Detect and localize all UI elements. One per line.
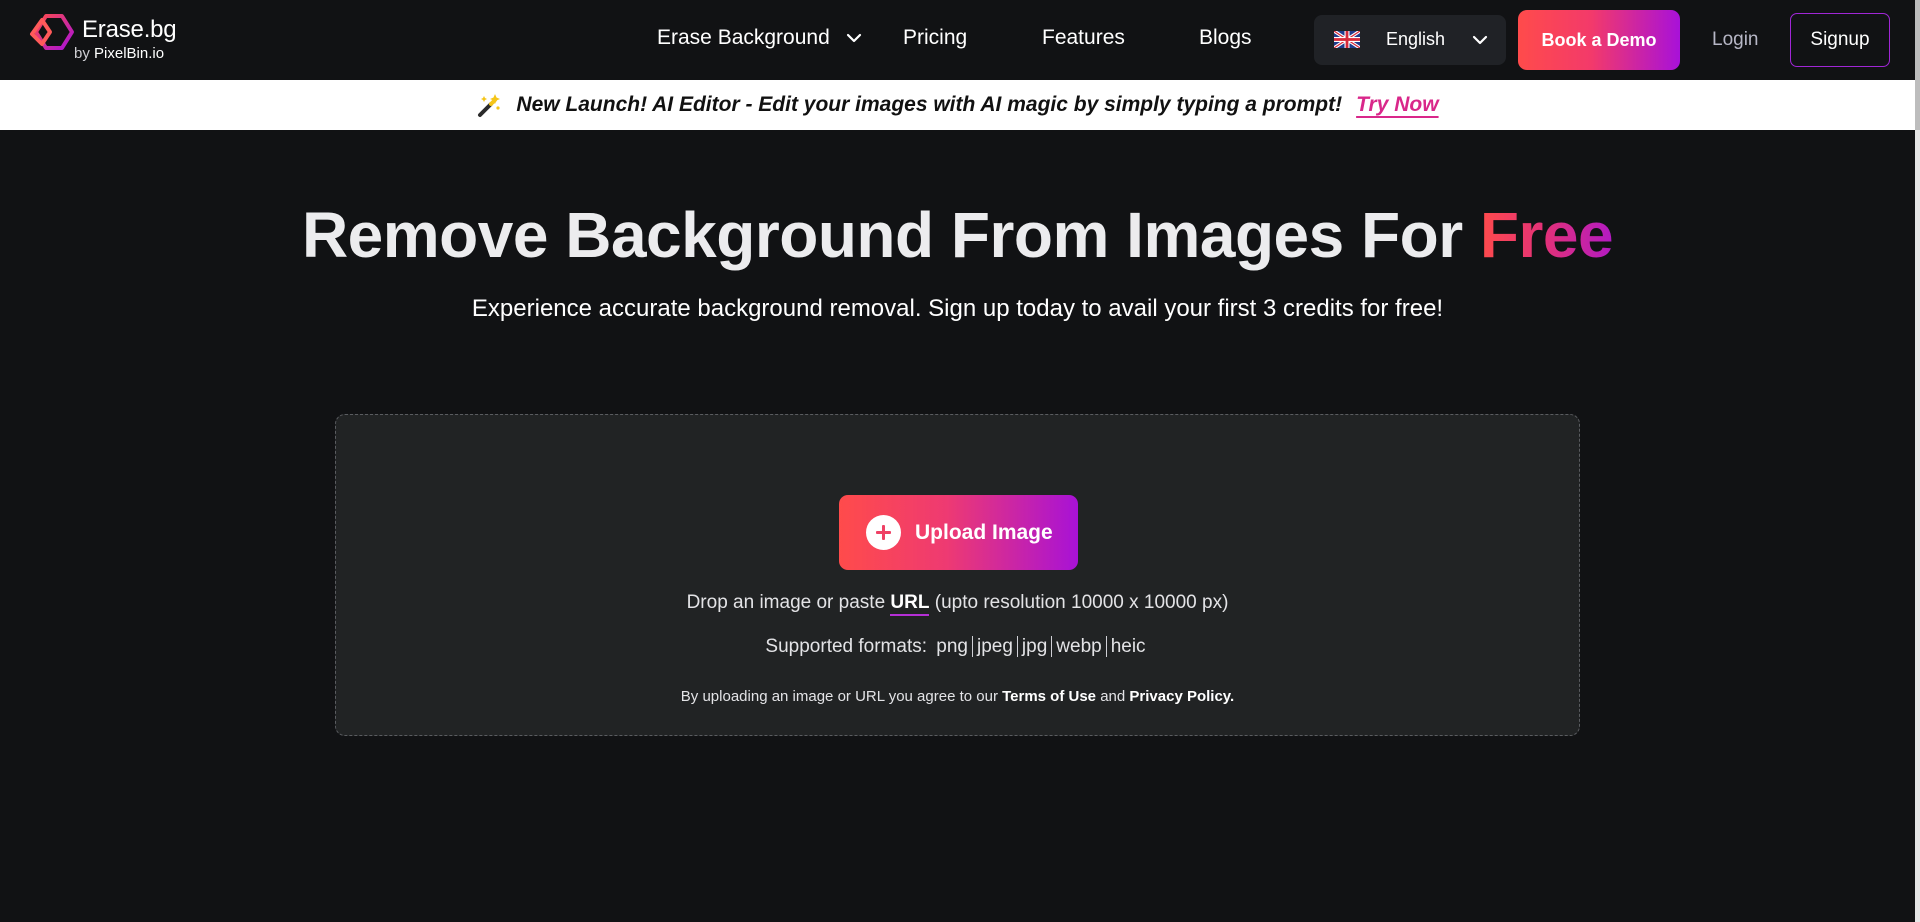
format-item: webp	[1051, 636, 1106, 657]
drop-instructions: Drop an image or paste URL (upto resolut…	[336, 592, 1579, 616]
upload-image-label: Upload Image	[915, 521, 1053, 544]
page-title: Remove Background From Images For Free	[0, 198, 1915, 272]
drop-prefix: Drop an image or paste	[686, 592, 886, 613]
upload-dropzone[interactable]: Upload Image Drop an image or paste URL …	[335, 414, 1580, 736]
language-label: English	[1386, 29, 1446, 49]
page-title-main: Remove Background From Images For	[301, 199, 1463, 271]
privacy-policy-link[interactable]: Privacy Policy.	[1129, 688, 1234, 705]
banner-text: New Launch! AI Editor - Edit your images…	[516, 93, 1343, 116]
chevron-down-icon	[1472, 35, 1488, 45]
erase-bg-logo-icon	[30, 14, 74, 50]
drop-suffix: (upto resolution 10000 x 10000 px)	[934, 592, 1229, 613]
signup-button[interactable]: Signup	[1790, 13, 1890, 67]
login-link[interactable]: Login	[1712, 29, 1759, 51]
page-title-accent: Free	[1479, 199, 1614, 271]
supported-formats: Supported formats: png jpeg jpg webp heic	[336, 636, 1579, 658]
terms-and: and	[1100, 688, 1126, 705]
nav-pricing[interactable]: Pricing	[903, 26, 967, 50]
upload-image-button[interactable]: Upload Image	[839, 495, 1078, 570]
terms-prefix: By uploading an image or URL you agree t…	[680, 688, 998, 705]
announcement-banner: New Launch! AI Editor - Edit your images…	[0, 80, 1915, 130]
language-selector[interactable]: English	[1314, 15, 1506, 65]
terms-of-use-link[interactable]: Terms of Use	[1002, 688, 1096, 705]
chevron-down-icon	[846, 33, 862, 43]
scrollbar-thumb[interactable]	[1915, 0, 1920, 130]
nav-features[interactable]: Features	[1042, 26, 1125, 50]
format-item: jpg	[1016, 636, 1052, 657]
scrollbar-track[interactable]	[1915, 0, 1920, 922]
try-now-link[interactable]: Try Now	[1356, 93, 1438, 117]
nav-erase-background-label: Erase Background	[657, 26, 830, 49]
page-subtitle: Experience accurate background removal. …	[471, 295, 1444, 322]
paste-url-link[interactable]: URL	[890, 592, 930, 616]
brand-logo[interactable]: Erase.bg by PixelBin.io	[28, 10, 198, 66]
terms-notice: By uploading an image or URL you agree t…	[336, 688, 1579, 705]
brand-by-label: by	[74, 45, 90, 62]
format-item: jpeg	[972, 636, 1017, 657]
uk-flag-icon	[1334, 31, 1360, 48]
format-item: heic	[1105, 636, 1150, 657]
brand-name: Erase.bg	[82, 16, 177, 43]
book-demo-button[interactable]: Book a Demo	[1518, 10, 1680, 70]
brand-byline: by PixelBin.io	[74, 45, 164, 62]
format-item: png	[936, 636, 968, 657]
brand-parent: PixelBin.io	[94, 45, 165, 62]
nav-blogs[interactable]: Blogs	[1199, 26, 1252, 50]
nav-erase-background[interactable]: Erase Background	[657, 26, 862, 50]
plus-icon	[866, 515, 901, 550]
formats-label: Supported formats:	[765, 636, 928, 657]
top-navbar: Erase.bg by PixelBin.io Erase Background…	[0, 0, 1915, 80]
magic-wand-icon	[478, 94, 501, 117]
